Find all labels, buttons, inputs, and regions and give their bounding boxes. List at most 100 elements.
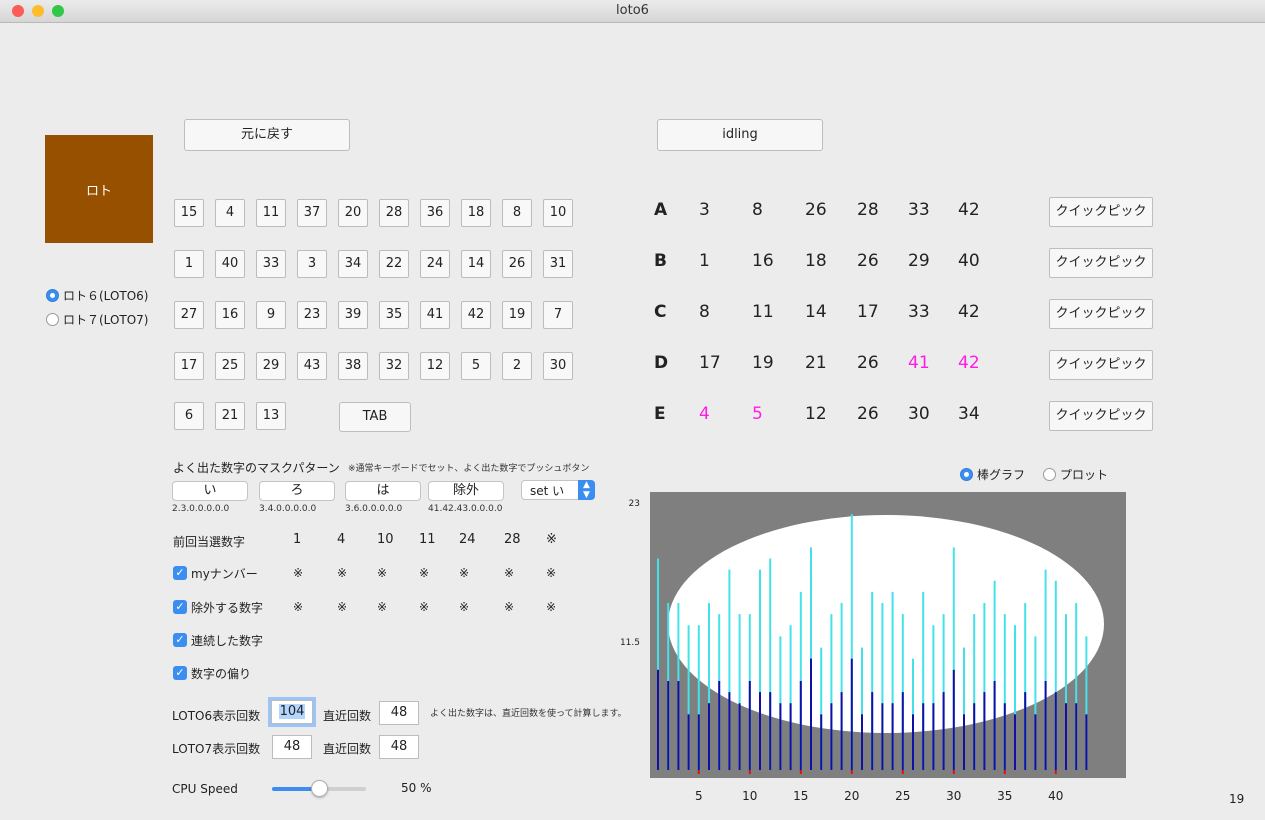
mask-title: よく出た数字のマスクパターン (173, 461, 340, 475)
mask-pattern-button[interactable]: ろ (259, 481, 335, 501)
pick-number: 17 (857, 302, 879, 322)
loto7-recent-input[interactable]: 48 (379, 735, 419, 759)
loto6-recent-label: 直近回数 (323, 709, 372, 723)
loto6-recent-input[interactable]: 48 (379, 701, 419, 725)
number-button[interactable]: 24 (420, 250, 450, 278)
number-button[interactable]: 39 (338, 301, 368, 329)
number-button[interactable]: 5 (461, 352, 491, 380)
tab-button[interactable]: TAB (339, 402, 411, 432)
mask-pattern-button[interactable]: は (345, 481, 421, 501)
cpu-speed-slider[interactable] (272, 780, 366, 797)
number-button[interactable]: 31 (543, 250, 573, 278)
cpu-speed-knob[interactable] (311, 780, 328, 797)
frequency-chart: 5 10 15 20 25 30 35 40 23 11.5 (620, 492, 1126, 803)
filter-value: ※ (459, 600, 470, 614)
pick-letter: A (654, 200, 668, 220)
status-button[interactable]: idling (657, 119, 823, 151)
pick-number: 18 (805, 251, 827, 271)
number-button[interactable]: 10 (543, 199, 573, 227)
window-title: loto6 (616, 3, 649, 18)
number-button[interactable]: 35 (379, 301, 409, 329)
number-button[interactable]: 37 (297, 199, 327, 227)
quick-pick-button[interactable]: クイックピック (1049, 401, 1153, 431)
number-button[interactable]: 16 (215, 301, 245, 329)
number-button[interactable]: 1 (174, 250, 204, 278)
undo-button[interactable]: 元に戻す (184, 119, 350, 151)
number-button[interactable]: 41 (420, 301, 450, 329)
last-draw-label: 前回当選数字 (173, 535, 246, 549)
loto-logo: ロト (45, 135, 153, 243)
loto7-radio[interactable] (46, 313, 59, 326)
filter-value: ※ (337, 600, 348, 614)
filter-value: ※ (504, 566, 515, 580)
exclude-checkbox[interactable]: ✓ (173, 600, 187, 614)
filter-value: 4 (337, 532, 346, 547)
pick-number: 33 (908, 302, 930, 322)
loto6-radio[interactable] (46, 289, 59, 302)
number-button[interactable]: 42 (461, 301, 491, 329)
number-button[interactable]: 20 (338, 199, 368, 227)
number-button[interactable]: 11 (256, 199, 286, 227)
loto7-count-label: LOTO7表示回数 (172, 742, 261, 756)
pick-letter: D (654, 353, 669, 373)
number-button[interactable]: 15 (174, 199, 204, 227)
number-button[interactable]: 43 (297, 352, 327, 380)
pick-number: 34 (958, 404, 980, 424)
pick-number: 26 (805, 200, 827, 220)
number-button[interactable]: 28 (379, 199, 409, 227)
x-tick-label: 25 (895, 789, 910, 803)
number-button[interactable]: 3 (297, 250, 327, 278)
number-button[interactable]: 19 (502, 301, 532, 329)
quick-pick-button[interactable]: クイックピック (1049, 299, 1153, 329)
filter-value: ※ (293, 566, 304, 580)
number-button[interactable]: 8 (502, 199, 532, 227)
number-button[interactable]: 33 (256, 250, 286, 278)
pick-number: 26 (857, 251, 879, 271)
quick-pick-button[interactable]: クイックピック (1049, 197, 1153, 227)
number-button[interactable]: 27 (174, 301, 204, 329)
number-button[interactable]: 14 (461, 250, 491, 278)
number-button[interactable]: 12 (420, 352, 450, 380)
my-number-label: myナンバー (191, 567, 258, 581)
pick-number: 26 (857, 404, 879, 424)
quick-pick-button[interactable]: クイックピック (1049, 350, 1153, 380)
bar-graph-label: 棒グラフ (977, 468, 1026, 482)
number-button[interactable]: 4 (215, 199, 245, 227)
number-button[interactable]: 26 (502, 250, 532, 278)
mask-pattern-value: 2.3.0.0.0.0.0 (172, 504, 230, 514)
number-button[interactable]: 23 (297, 301, 327, 329)
number-button[interactable]: 29 (256, 352, 286, 380)
loto7-recent-label: 直近回数 (323, 742, 372, 756)
number-button[interactable]: 6 (174, 402, 204, 430)
plot-overlay-ellipse (668, 515, 1104, 733)
quick-pick-button[interactable]: クイックピック (1049, 248, 1153, 278)
mask-pattern-button[interactable]: い (172, 481, 248, 501)
number-button[interactable]: 7 (543, 301, 573, 329)
number-button[interactable]: 2 (502, 352, 532, 380)
number-button[interactable]: 22 (379, 250, 409, 278)
consecutive-label: 連続した数字 (191, 634, 264, 648)
number-button[interactable]: 40 (215, 250, 245, 278)
pick-letter: B (654, 251, 667, 271)
number-button[interactable]: 32 (379, 352, 409, 380)
number-button[interactable]: 34 (338, 250, 368, 278)
loto6-count-input[interactable]: 104 (271, 700, 313, 724)
loto7-count-input[interactable]: 48 (272, 735, 312, 759)
plot-radio[interactable] (1043, 468, 1056, 481)
bar-graph-radio[interactable] (960, 468, 973, 481)
number-button[interactable]: 13 (256, 402, 286, 430)
number-button[interactable]: 21 (215, 402, 245, 430)
number-button[interactable]: 18 (461, 199, 491, 227)
number-button[interactable]: 17 (174, 352, 204, 380)
number-button[interactable]: 36 (420, 199, 450, 227)
number-button[interactable]: 9 (256, 301, 286, 329)
my-number-checkbox[interactable]: ✓ (173, 566, 187, 580)
consecutive-checkbox[interactable]: ✓ (173, 633, 187, 647)
number-button[interactable]: 38 (338, 352, 368, 380)
number-button[interactable]: 25 (215, 352, 245, 380)
mask-select[interactable]: set い ▲ ▼ (521, 480, 595, 500)
filter-value: 1 (293, 532, 302, 547)
bias-checkbox[interactable]: ✓ (173, 666, 187, 680)
mask-pattern-button[interactable]: 除外 (428, 481, 504, 501)
number-button[interactable]: 30 (543, 352, 573, 380)
